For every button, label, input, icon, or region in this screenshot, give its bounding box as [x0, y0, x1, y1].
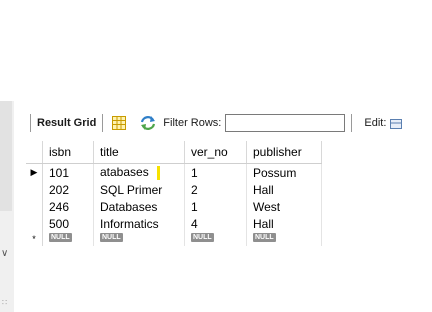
cell-title[interactable]: SQL Primer — [93, 181, 185, 198]
cell-publisher[interactable]: Hall — [246, 215, 322, 232]
cell-publisher[interactable]: Possum — [246, 163, 322, 181]
result-grid-table: isbn title ver_no publisher ▶ 101 atabas… — [26, 141, 322, 246]
null-badge: NULL — [49, 233, 72, 242]
table-row[interactable]: 246 Databases 1 West — [26, 198, 322, 215]
cell-ver-no[interactable]: 1 — [184, 163, 247, 181]
cell-ver-no[interactable]: 2 — [184, 181, 247, 198]
new-row[interactable]: * NULL NULL NULL NULL — [26, 232, 322, 246]
edit-label: Edit: — [364, 117, 387, 129]
cell-isbn[interactable]: 246 — [42, 198, 94, 215]
cell-publisher[interactable]: Hall — [246, 181, 322, 198]
row-header[interactable] — [26, 215, 43, 232]
cell-ver-no[interactable]: NULL — [184, 232, 247, 246]
cell-title[interactable]: Informatics — [93, 215, 185, 232]
table-row[interactable]: 202 SQL Primer 2 Hall — [26, 181, 322, 198]
null-badge: NULL — [253, 233, 276, 242]
toolbar-divider — [351, 114, 353, 132]
left-panel-scrollbar[interactable] — [0, 101, 12, 211]
current-row-marker-icon[interactable]: ▶ — [26, 163, 43, 181]
table-row[interactable]: 500 Informatics 4 Hall — [26, 215, 322, 232]
column-header-publisher[interactable]: publisher — [246, 141, 322, 164]
toolbar-divider — [102, 114, 104, 132]
cell-title[interactable]: atabases — [93, 163, 185, 181]
cell-isbn[interactable]: 202 — [42, 181, 94, 198]
text-cursor-highlight — [156, 165, 160, 180]
column-header-title[interactable]: title — [93, 141, 185, 164]
resize-grip-icon[interactable]: ∷ — [2, 298, 7, 307]
cell-title-text: atabases — [100, 165, 149, 180]
cell-title[interactable]: NULL — [93, 232, 185, 246]
result-toolbar: Result Grid Filter Rows: Edit: — [24, 108, 403, 138]
cell-publisher[interactable]: West — [246, 198, 322, 215]
grid-layout-icon[interactable] — [111, 115, 127, 131]
toolbar-divider — [30, 114, 31, 132]
edit-row-icon[interactable] — [390, 117, 403, 129]
cell-ver-no[interactable]: 4 — [184, 215, 247, 232]
filter-rows-label: Filter Rows: — [163, 117, 222, 129]
column-header-isbn[interactable]: isbn — [42, 141, 94, 164]
left-panel-strip — [0, 101, 14, 312]
result-grid-tab[interactable]: Result Grid — [37, 117, 96, 129]
cell-publisher[interactable]: NULL — [246, 232, 322, 246]
table-row[interactable]: ▶ 101 atabases 1 Possum — [26, 163, 322, 181]
null-badge: NULL — [191, 233, 214, 242]
cell-isbn[interactable]: NULL — [42, 232, 94, 246]
column-header-ver-no[interactable]: ver_no — [184, 141, 247, 164]
cell-ver-no[interactable]: 1 — [184, 198, 247, 215]
null-badge: NULL — [100, 233, 123, 242]
chevron-down-icon[interactable]: ∨ — [1, 248, 8, 259]
refresh-icon[interactable] — [139, 115, 157, 131]
new-row-marker-icon[interactable]: * — [26, 232, 43, 246]
cell-isbn[interactable]: 500 — [42, 215, 94, 232]
cell-title[interactable]: Databases — [93, 198, 185, 215]
header-row: isbn title ver_no publisher — [26, 141, 322, 164]
row-header-corner — [26, 141, 43, 164]
filter-rows-input[interactable] — [225, 114, 346, 132]
row-header[interactable] — [26, 198, 43, 215]
cell-isbn[interactable]: 101 — [42, 163, 94, 181]
row-header[interactable] — [26, 181, 43, 198]
